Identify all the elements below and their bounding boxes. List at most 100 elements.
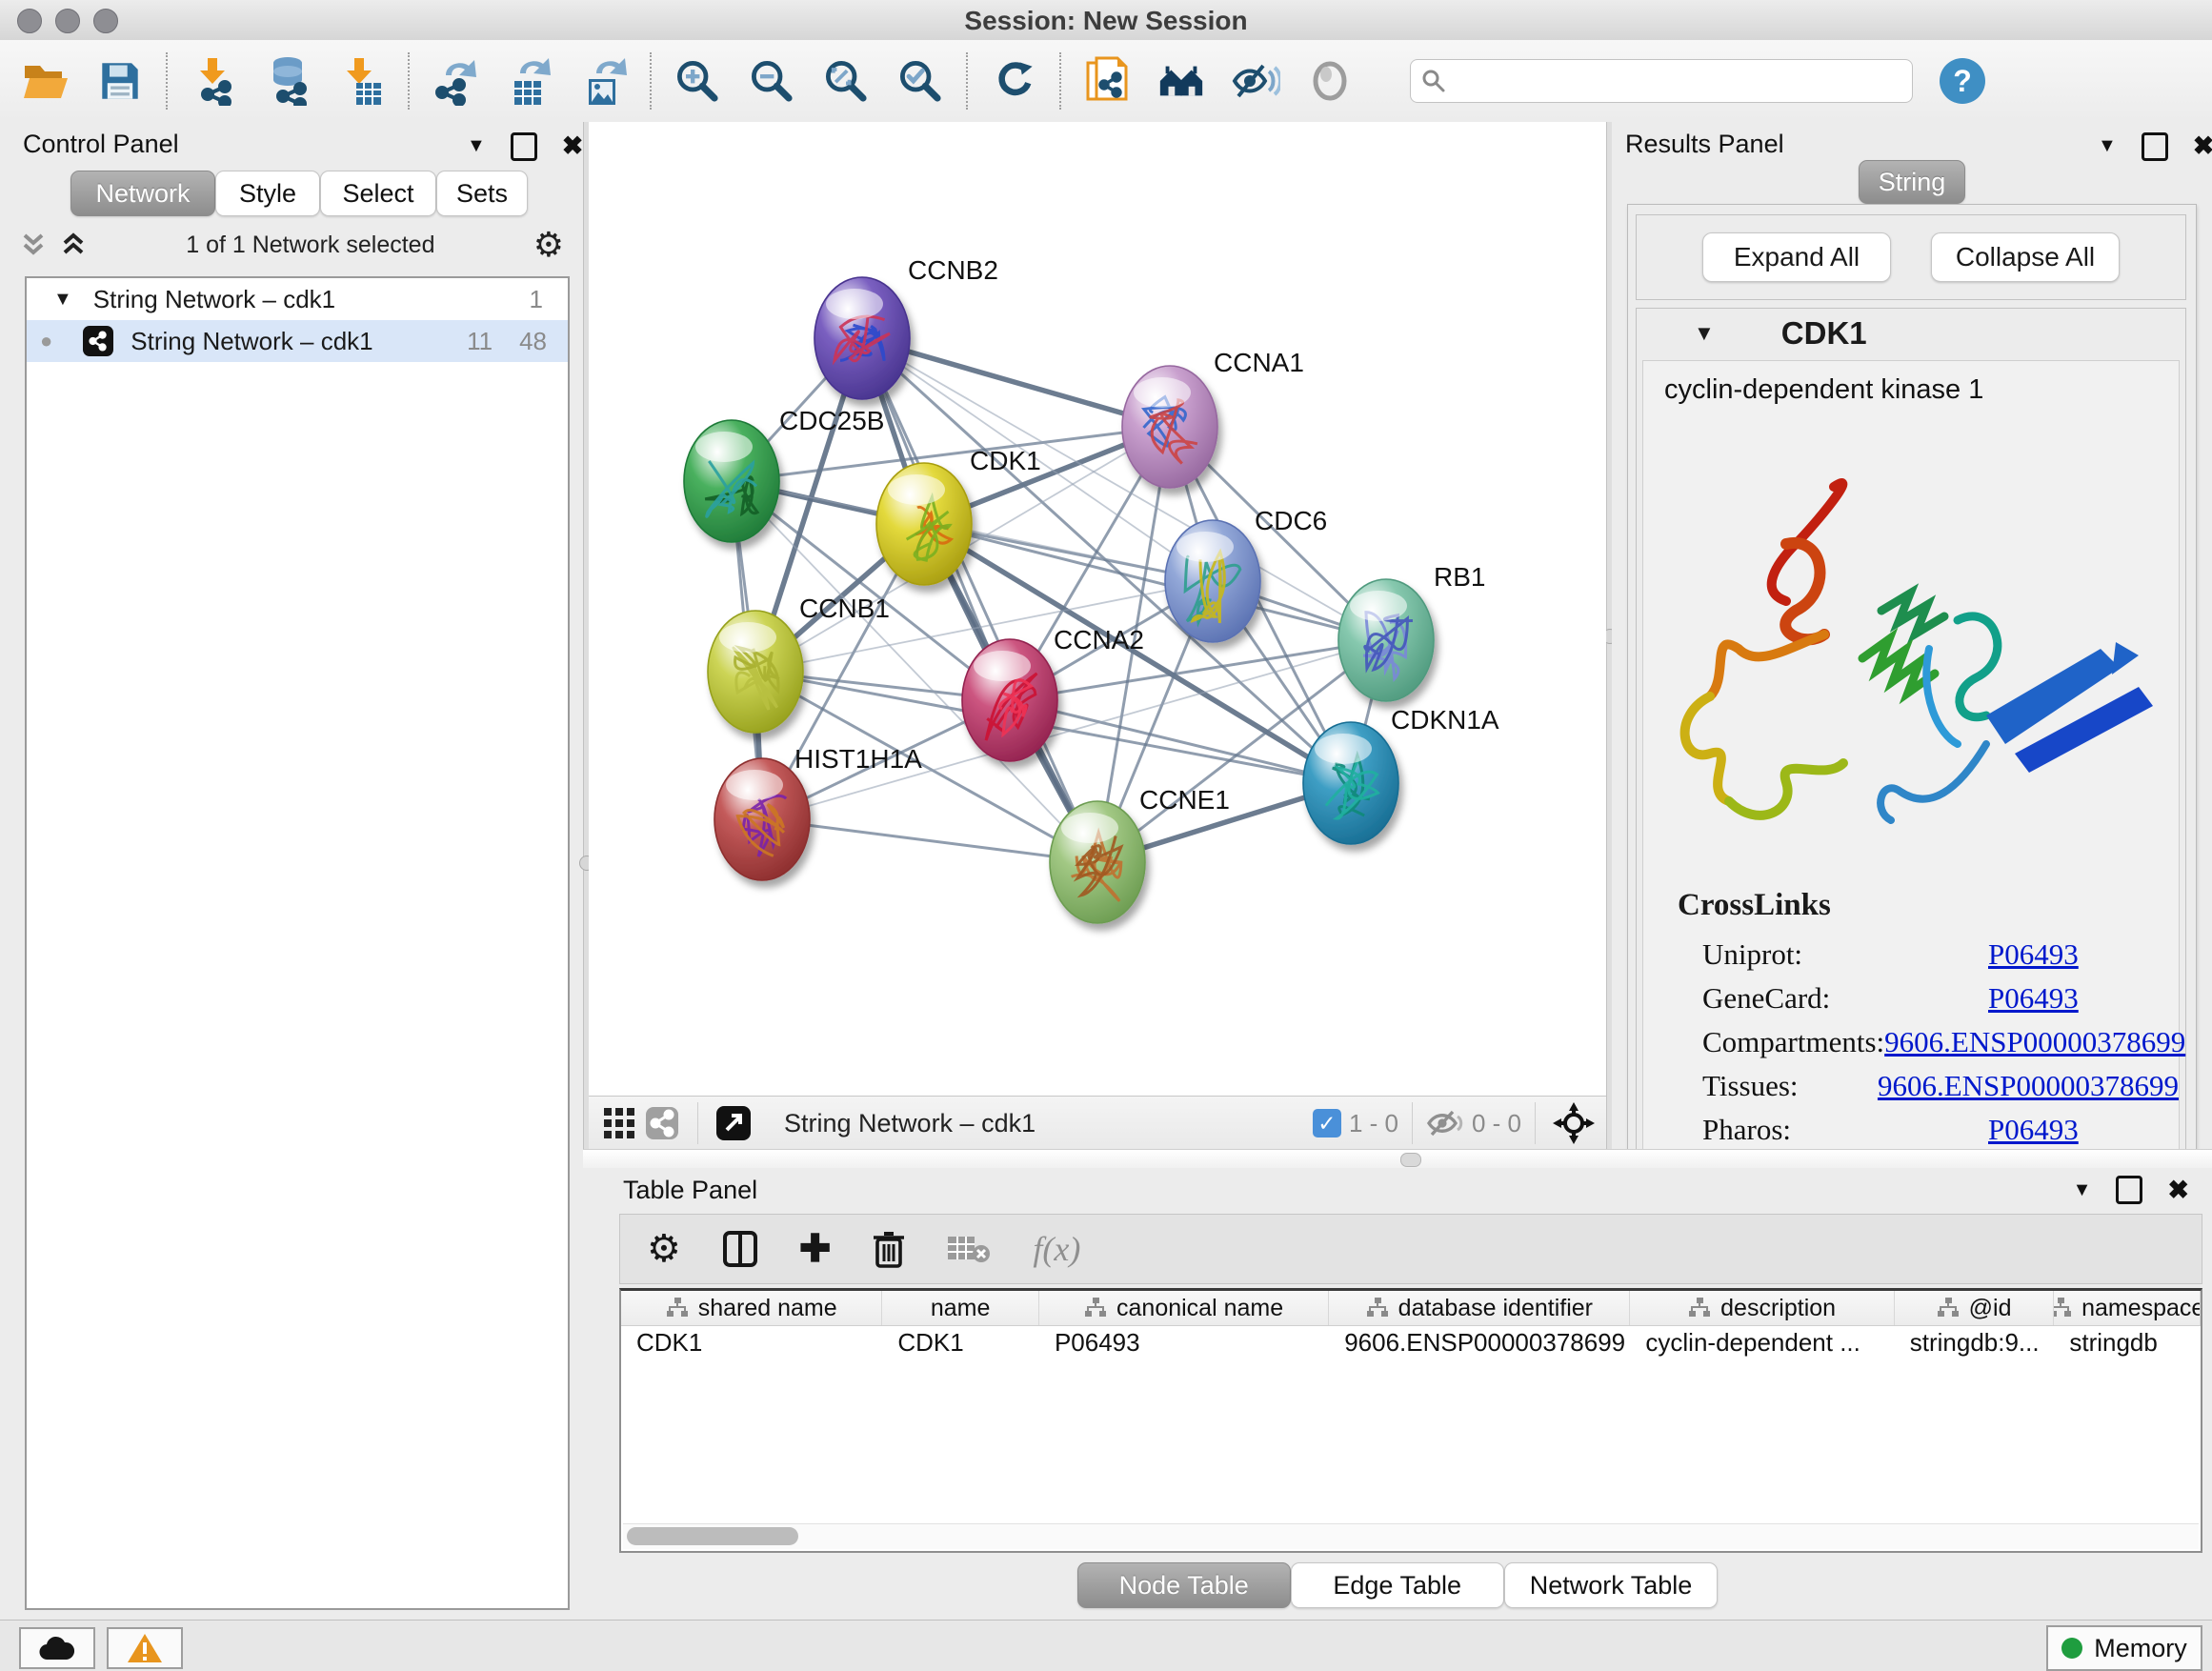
tab-select[interactable]: Select bbox=[320, 171, 436, 216]
crosslink-link[interactable]: P06493 bbox=[1988, 937, 2079, 972]
export-table-icon[interactable] bbox=[505, 56, 554, 106]
edge-ccnb2-ccne1[interactable] bbox=[862, 338, 1097, 862]
maximize-panel-icon[interactable] bbox=[2116, 1176, 2142, 1204]
node-ccna1[interactable] bbox=[1122, 366, 1217, 488]
export-image-icon[interactable] bbox=[579, 56, 629, 106]
horizontal-splitter-grip[interactable] bbox=[1400, 1153, 1421, 1167]
zoom-selected-icon[interactable] bbox=[895, 56, 945, 106]
tab-edge-table[interactable]: Edge Table bbox=[1291, 1562, 1504, 1608]
collection-expand-icon[interactable]: ▼ bbox=[53, 289, 72, 311]
open-in-window-icon[interactable] bbox=[712, 1098, 755, 1148]
delete-table-icon[interactable] bbox=[947, 1233, 991, 1265]
create-column-plus-icon[interactable]: ✚ bbox=[799, 1230, 832, 1268]
zoom-out-icon[interactable] bbox=[747, 56, 796, 106]
help-icon[interactable]: ? bbox=[1940, 58, 1985, 104]
open-session-icon[interactable] bbox=[21, 56, 70, 106]
hidden-items-eye-icon[interactable] bbox=[1426, 1109, 1464, 1137]
table-cell[interactable]: stringdb bbox=[2054, 1326, 2201, 1359]
tab-style[interactable]: Style bbox=[215, 171, 320, 216]
table-cell[interactable]: CDK1 bbox=[621, 1326, 882, 1359]
table-cell[interactable]: 9606.ENSP00000378699 bbox=[1329, 1326, 1630, 1359]
table-cell[interactable]: stringdb:9... bbox=[1895, 1326, 2055, 1359]
node-cdkn1a[interactable] bbox=[1303, 722, 1398, 844]
tab-string[interactable]: String bbox=[1859, 160, 1965, 204]
crosslink-link[interactable]: P06493 bbox=[1988, 981, 2079, 1016]
column-header-namespace[interactable]: namespace bbox=[2054, 1291, 2201, 1325]
selected-items-checkbox-icon[interactable]: ✓ bbox=[1313, 1109, 1341, 1137]
table-hscrollbar-thumb[interactable] bbox=[627, 1527, 798, 1545]
grid-view-icon[interactable] bbox=[598, 1098, 640, 1148]
warning-status-button[interactable] bbox=[107, 1627, 183, 1669]
node-ccna2[interactable] bbox=[962, 639, 1057, 761]
node-rb1[interactable] bbox=[1338, 579, 1434, 701]
float-panel-icon[interactable]: ▼ bbox=[467, 135, 486, 157]
node-ccne1[interactable] bbox=[1050, 801, 1145, 923]
export-network-icon[interactable] bbox=[431, 56, 480, 106]
maximize-panel-icon[interactable] bbox=[511, 132, 537, 161]
crosslink-link[interactable]: 9606.ENSP00000378699 bbox=[1878, 1069, 2179, 1103]
table-options-gear-icon[interactable]: ⚙ bbox=[647, 1230, 681, 1268]
network-canvas[interactable]: CCNB2CCNA1CDC25BCDK1CDC6RB1CCNB1CCNA2CDK… bbox=[589, 122, 1606, 1096]
column-header-canonical-name[interactable]: canonical name bbox=[1039, 1291, 1329, 1325]
node-cdk1[interactable] bbox=[876, 463, 972, 585]
float-panel-icon[interactable]: ▼ bbox=[2073, 1179, 2092, 1201]
gene-card-collapse-icon[interactable]: ▼ bbox=[1694, 321, 1715, 346]
float-panel-icon[interactable]: ▼ bbox=[2098, 135, 2117, 157]
network-options-gear-icon[interactable]: ⚙ bbox=[533, 228, 564, 262]
close-panel-icon[interactable]: ✖ bbox=[2167, 1176, 2189, 1205]
search-input[interactable] bbox=[1410, 59, 1913, 103]
column-header-database-identifier[interactable]: database identifier bbox=[1329, 1291, 1630, 1325]
table-hscrollbar[interactable] bbox=[623, 1523, 2199, 1549]
fit-selected-crosshair-icon[interactable] bbox=[1549, 1098, 1599, 1148]
tab-node-table[interactable]: Node Table bbox=[1077, 1562, 1291, 1608]
table-cell[interactable]: cyclin-dependent ... bbox=[1630, 1326, 1894, 1359]
hide-unhide-icon[interactable] bbox=[1231, 56, 1280, 106]
memory-button[interactable]: Memory bbox=[2046, 1625, 2202, 1671]
cloud-status-button[interactable] bbox=[19, 1627, 95, 1669]
edge-ccna2-cdkn1a[interactable] bbox=[1010, 700, 1351, 783]
node-ccnb1[interactable] bbox=[708, 611, 803, 733]
maximize-panel-icon[interactable] bbox=[2142, 132, 2168, 161]
horizontal-splitter[interactable] bbox=[583, 1149, 2212, 1170]
edge-hist1h1a-ccne1[interactable] bbox=[762, 819, 1097, 862]
show-eye-icon[interactable] bbox=[1305, 56, 1355, 106]
node-cdc6[interactable] bbox=[1165, 520, 1260, 642]
gene-card-header[interactable]: ▼ CDK1 bbox=[1637, 309, 2185, 358]
show-columns-icon[interactable] bbox=[723, 1231, 757, 1267]
node-hist1h1a[interactable] bbox=[714, 758, 810, 880]
crosslink-link[interactable]: P06493 bbox=[1988, 1113, 2079, 1147]
function-builder-icon[interactable]: f(x) bbox=[1033, 1229, 1080, 1269]
column-header-shared-name[interactable]: shared name bbox=[621, 1291, 882, 1325]
home-networks-icon[interactable] bbox=[1156, 56, 1206, 106]
network-row[interactable]: ● String Network – cdk1 11 48 bbox=[27, 320, 568, 362]
node-cdc25b[interactable] bbox=[684, 420, 779, 542]
expand-all-button[interactable]: Expand All bbox=[1702, 232, 1891, 282]
table-cell[interactable]: CDK1 bbox=[882, 1326, 1039, 1359]
tab-network[interactable]: Network bbox=[70, 171, 215, 216]
close-panel-icon[interactable]: ✖ bbox=[562, 131, 584, 161]
import-table-icon[interactable] bbox=[337, 56, 387, 106]
column-header-description[interactable]: description bbox=[1630, 1291, 1894, 1325]
collapse-all-button[interactable]: Collapse All bbox=[1931, 232, 2120, 282]
save-session-icon[interactable] bbox=[95, 56, 145, 106]
crosslink-link[interactable]: 9606.ENSP00000378699 bbox=[1884, 1025, 2185, 1059]
apply-layout-icon[interactable] bbox=[989, 56, 1038, 106]
network-birdseye-icon[interactable] bbox=[640, 1098, 684, 1148]
table-cell[interactable]: P06493 bbox=[1039, 1326, 1329, 1359]
clone-network-icon[interactable] bbox=[1082, 56, 1132, 106]
zoom-fit-icon[interactable] bbox=[821, 56, 871, 106]
close-panel-icon[interactable]: ✖ bbox=[2193, 131, 2212, 161]
column-header--id[interactable]: @id bbox=[1895, 1291, 2055, 1325]
collapse-all-networks-icon[interactable] bbox=[19, 230, 48, 260]
expand-all-networks-icon[interactable] bbox=[59, 230, 88, 260]
import-network-from-database-icon[interactable] bbox=[263, 56, 312, 106]
node-ccnb2[interactable] bbox=[814, 277, 910, 399]
zoom-in-icon[interactable] bbox=[673, 56, 722, 106]
network-graph[interactable]: CCNB2CCNA1CDC25BCDK1CDC6RB1CCNB1CCNA2CDK… bbox=[589, 122, 1606, 1096]
column-header-name[interactable]: name bbox=[882, 1291, 1039, 1325]
table-row[interactable]: CDK1CDK1P064939606.ENSP00000378699cyclin… bbox=[621, 1326, 2201, 1359]
tab-sets[interactable]: Sets bbox=[436, 171, 528, 216]
import-network-icon[interactable] bbox=[189, 56, 238, 106]
network-collection-row[interactable]: ▼ String Network – cdk1 1 bbox=[27, 278, 568, 320]
tab-network-table[interactable]: Network Table bbox=[1504, 1562, 1719, 1608]
